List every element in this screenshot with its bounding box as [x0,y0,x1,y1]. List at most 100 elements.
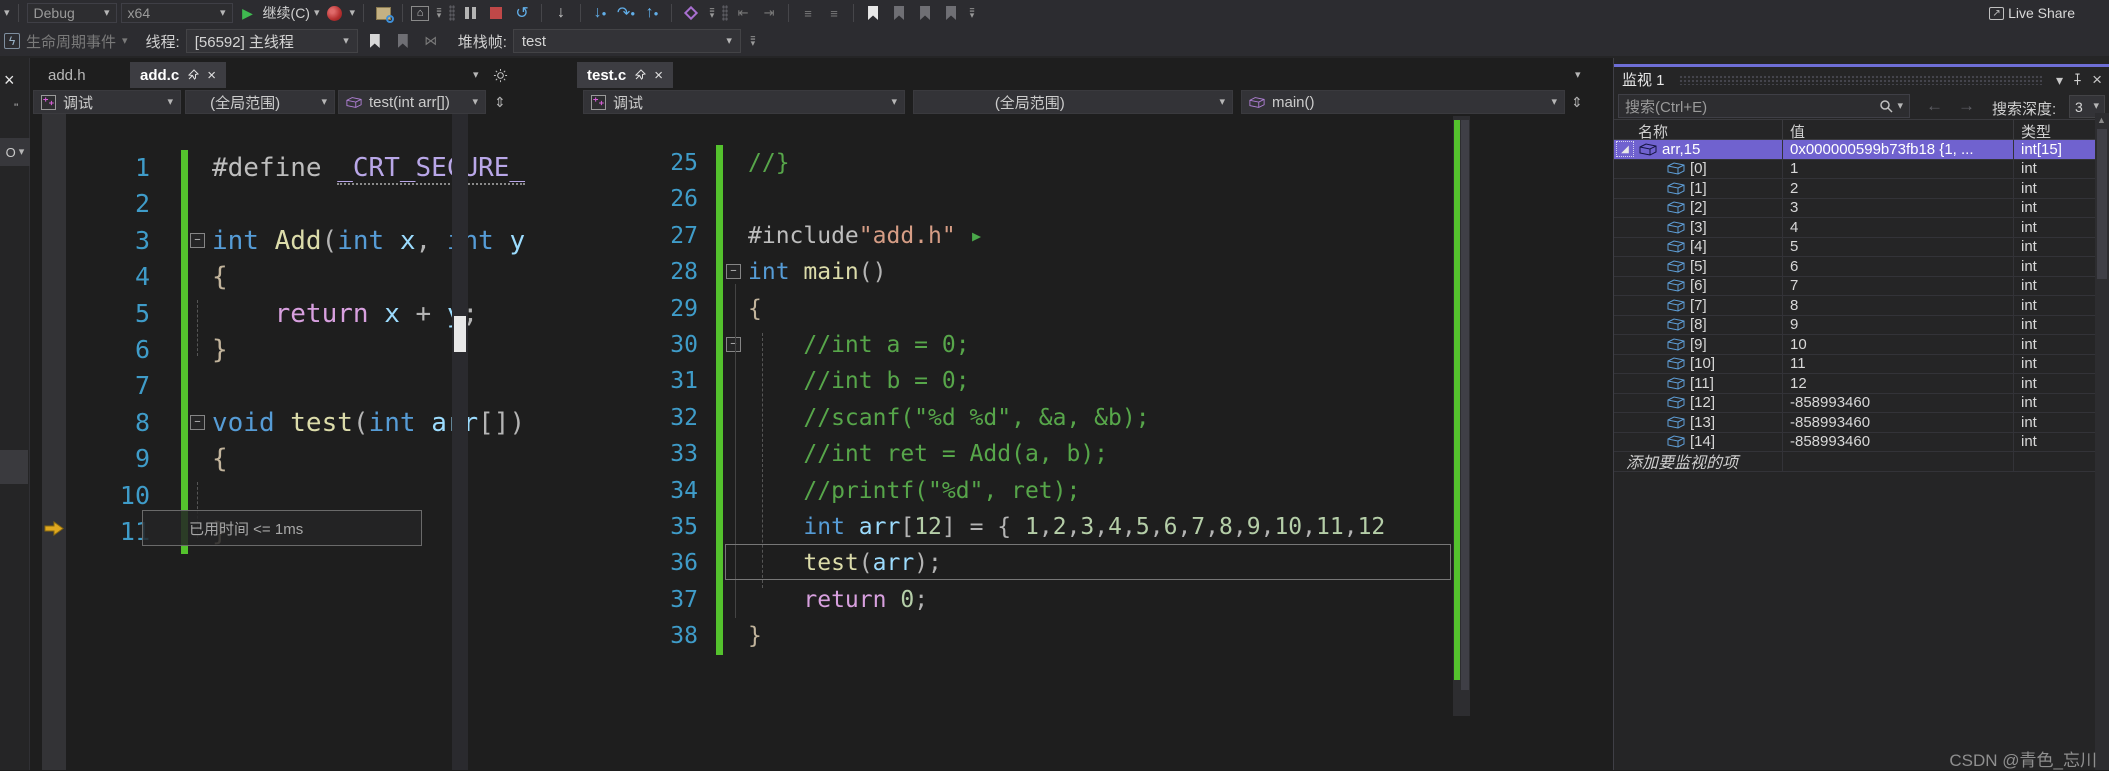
watch-row[interactable]: [9]10int [1614,335,2096,355]
add-watch-label[interactable]: 添加要监视的项 [1614,452,1783,471]
code-line[interactable]: 37 return 0; [575,582,1597,618]
tab-list-caret[interactable]: ▾ [473,70,479,81]
bookmark-icon[interactable] [862,2,884,24]
close-icon[interactable]: × [207,67,216,84]
fold-collapse-icon[interactable]: − [726,337,741,352]
overflow-caret[interactable]: ▾ [4,8,10,19]
hot-reload-icon[interactable] [324,2,346,24]
member-dropdown[interactable]: main()▾ [1241,90,1565,114]
watch-row[interactable]: [3]4int [1614,218,2096,238]
step-into-icon[interactable]: ↓● [589,2,611,24]
member-dropdown[interactable]: test(int arr[])▾ [338,90,486,114]
scroll-up-icon[interactable]: ▲ [2097,115,2106,125]
watch-row[interactable]: ◢arr,150x000000599b73fb18 {1, ...int[15] [1614,140,2096,160]
watch-value[interactable]: 1 [1783,160,2014,179]
close-icon[interactable]: × [2092,70,2102,90]
platform-dropdown[interactable]: x64 ▾ [121,3,233,23]
hot-reload-caret[interactable]: ▾ [350,8,356,19]
scrollbar-thumb[interactable] [2097,129,2107,279]
toolbar-grip[interactable] [722,5,728,21]
watch-value[interactable]: 7 [1783,277,2014,296]
watch-add-row[interactable]: 添加要监视的项 [1614,452,2096,472]
tab-list-caret[interactable]: ▾ [1575,70,1581,81]
fold-collapse-icon[interactable]: − [190,233,205,248]
fold-collapse-icon[interactable]: − [190,415,205,430]
watch-title-bar[interactable]: 监视 1 ▾ × [1614,67,2109,92]
watch-value[interactable]: 4 [1783,218,2014,237]
code-line[interactable]: 28−int main() [575,254,1597,290]
toolbar-options-icon[interactable]: ≡▾ [966,8,978,18]
configuration-dropdown[interactable]: Debug ▾ [27,3,117,23]
continue-caret[interactable]: ▾ [314,8,320,19]
watch-column-headers[interactable]: 名称 值 类型 [1614,119,2096,140]
watch-row[interactable]: [1]2int [1614,179,2096,199]
lifecycle-events-icon[interactable]: ϟ [4,33,20,49]
continue-button[interactable]: 继续(C) [263,3,310,23]
code-line[interactable]: 5 return x + y; [30,296,520,332]
code-line[interactable]: 29{ [575,291,1597,327]
toolbar-options-icon[interactable]: ≡▾ [433,8,445,18]
project-dropdown[interactable]: ⁺₊ 调试▾ [583,90,905,114]
show-next-statement-icon[interactable]: ⌂ [411,6,429,21]
code-line[interactable]: 35 int arr[12] = { 1,2,3,4,5,6,7,8,9,10,… [575,509,1597,545]
perf-tip[interactable]: 已用时间 <= 1ms [142,510,422,546]
scope-dropdown[interactable]: (全局范围)▾ [185,90,335,114]
scrollbar[interactable]: ▲ [2095,113,2109,770]
watch-row[interactable]: [10]11int [1614,355,2096,375]
pin-icon[interactable] [187,69,199,81]
search-prev-icon[interactable]: ← [1926,96,1943,116]
project-dropdown[interactable]: ⁺₊ 调试▾ [33,90,181,114]
suspend-icon[interactable]: ⋈ [420,30,442,52]
watch-row[interactable]: [0]1int [1614,160,2096,180]
split-editor-icon[interactable]: ⇕ [1571,94,1583,111]
show-next-icon[interactable]: ↓ [550,2,572,24]
close-icon[interactable]: × [4,70,15,91]
code-line[interactable]: 10 [30,478,520,514]
code-editor-addc[interactable]: 1#define _CRT_SECURE_23−int Add(int x, i… [30,150,520,550]
expander-icon[interactable]: ◢ [1616,141,1634,157]
scrollbar-thumb[interactable] [1461,120,1469,690]
code-line[interactable]: 38} [575,618,1597,654]
gear-icon[interactable] [493,68,508,83]
toolbar-options-icon[interactable]: ≡▾ [706,8,718,18]
watch-row[interactable]: [13]-858993460int [1614,413,2096,433]
watch-value[interactable]: 9 [1783,316,2014,335]
watch-value[interactable]: 0x000000599b73fb18 {1, ... [1783,140,2014,159]
watch-row[interactable]: [11]12int [1614,374,2096,394]
watch-row[interactable]: [8]9int [1614,316,2096,336]
step-over-icon[interactable]: ↷● [615,2,637,24]
watch-value[interactable]: -858993460 [1783,433,2014,452]
watch-value[interactable]: -858993460 [1783,413,2014,432]
watch-value[interactable]: 12 [1783,374,2014,393]
watch-row[interactable]: [7]8int [1614,296,2096,316]
thread-dropdown[interactable]: [56592] 主线程 ▾ [186,29,358,53]
stack-frame-dropdown[interactable]: test ▾ [513,29,741,53]
watch-row[interactable]: [12]-858993460int [1614,394,2096,414]
restart-icon[interactable]: ↺ [511,2,533,24]
code-line[interactable]: 4{ [30,259,520,295]
find-icon[interactable] [372,2,394,24]
search-next-icon[interactable]: → [1958,96,1975,116]
code-line[interactable]: 32 //scanf("%d %d", &a, &b); [575,400,1597,436]
frame-next-icon[interactable]: ⇥ [758,2,780,24]
code-line[interactable]: 27#include"add.h" ▸ [575,218,1597,254]
toolbar-options-icon[interactable]: ≡▾ [747,36,759,46]
tab-testc[interactable]: test.c × [577,62,673,88]
scrollbar[interactable] [1453,116,1470,716]
code-line[interactable]: 3−int Add(int x, int y [30,223,520,259]
flagged-threads-icon[interactable] [392,30,414,52]
watch-value[interactable]: 10 [1783,335,2014,354]
code-line[interactable]: 1#define _CRT_SECURE_ [30,150,520,186]
code-line[interactable]: 34 //printf("%d", ret); [575,473,1597,509]
outdent-icon[interactable]: ≡ [823,2,845,24]
watch-search-input[interactable]: 搜索(Ctrl+E) ▾ [1618,94,1910,118]
code-line[interactable]: 33 //int ret = Add(a, b); [575,436,1597,472]
watch-row[interactable]: [2]3int [1614,199,2096,219]
code-line[interactable]: 25//} [575,145,1597,181]
tab-addh[interactable]: add.h [38,62,96,88]
fold-collapse-icon[interactable]: − [726,264,741,279]
collapsed-dropdown[interactable]: O▾ [0,138,30,166]
flag-icon[interactable] [364,30,386,52]
live-share-icon[interactable]: ↗ [1989,7,2004,20]
code-editor-testc[interactable]: 25//}2627#include"add.h" ▸28−int main()2… [575,145,1597,654]
